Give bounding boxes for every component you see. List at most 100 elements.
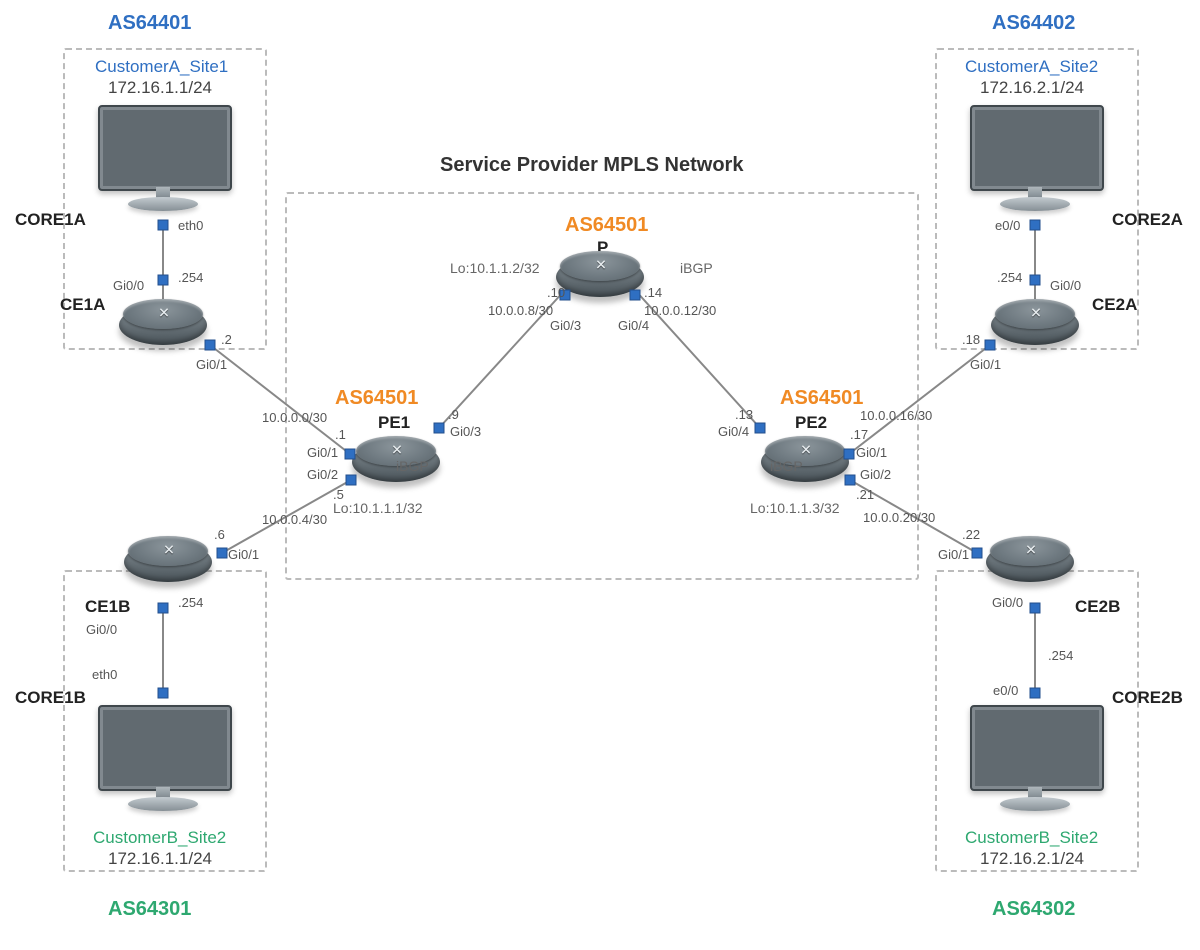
port-ce1b-gi00 <box>158 603 169 614</box>
ip-ce2a-254: .254 <box>997 270 1022 285</box>
if-ce1b-gi01: Gi0/1 <box>228 547 259 562</box>
router-ce1b: ✕ <box>124 536 212 590</box>
as-tr-label: AS64402 <box>992 12 1075 35</box>
net-0: 10.0.0.0/30 <box>262 410 327 425</box>
if-pe1-gi03: Gi0/3 <box>450 424 481 439</box>
pe2-bgp: iBGP <box>770 458 803 474</box>
ip-p-10: .10 <box>547 285 565 300</box>
site-tl-subnet: 172.16.1.1/24 <box>108 78 212 98</box>
sp-title: Service Provider MPLS Network <box>440 154 743 177</box>
if-core1b-eth0: eth0 <box>92 667 117 682</box>
port-ce2a-gi00 <box>1030 275 1041 286</box>
pe2-name: PE2 <box>795 413 827 433</box>
host-core2a <box>965 105 1105 215</box>
ip-ce2b-254: .254 <box>1048 648 1073 663</box>
ip-pe1-9: .9 <box>448 407 459 422</box>
host-core2a-label: CORE2A <box>1112 210 1183 230</box>
router-ce2b-label: CE2B <box>1075 597 1120 617</box>
port-pe1-gi02 <box>346 475 357 486</box>
ip-ce1b-6: .6 <box>214 527 225 542</box>
site-bl-subnet: 172.16.1.1/24 <box>108 849 212 869</box>
if-core1a-eth0: eth0 <box>178 218 203 233</box>
pe1-name: PE1 <box>378 413 410 433</box>
port-pe2-gi04 <box>755 423 766 434</box>
ip-ce2b-22: .22 <box>962 527 980 542</box>
if-core2b-e00: e0/0 <box>993 683 1018 698</box>
port-ce2b-gi00 <box>1030 603 1041 614</box>
site-br-name: CustomerB_Site2 <box>965 828 1098 848</box>
if-ce1a-gi00: Gi0/0 <box>113 278 144 293</box>
net-p12: 10.0.0.12/30 <box>644 303 716 318</box>
net-20: 10.0.0.20/30 <box>863 510 935 525</box>
port-ce1b-gi01 <box>217 548 228 559</box>
if-ce1b-gi00: Gi0/0 <box>86 622 117 637</box>
router-ce2a: ✕ <box>991 299 1079 353</box>
if-ce2a-gi00: Gi0/0 <box>1050 278 1081 293</box>
p-as: AS64501 <box>565 214 648 237</box>
net-4: 10.0.0.4/30 <box>262 512 327 527</box>
router-ce1a-label: CE1A <box>60 295 105 315</box>
if-pe1-gi02: Gi0/2 <box>307 467 338 482</box>
router-ce2a-label: CE2A <box>1092 295 1137 315</box>
host-core2b <box>965 705 1105 815</box>
pe2-as: AS64501 <box>780 387 863 410</box>
site-tr-subnet: 172.16.2.1/24 <box>980 78 1084 98</box>
if-pe1-gi01: Gi0/1 <box>307 445 338 460</box>
if-pe2-gi01: Gi0/1 <box>856 445 887 460</box>
site-br-subnet: 172.16.2.1/24 <box>980 849 1084 869</box>
ip-pe1-1: .1 <box>335 427 346 442</box>
ip-ce2a-18: .18 <box>962 332 980 347</box>
host-core1a <box>93 105 233 215</box>
site-tl-name: CustomerA_Site1 <box>95 57 228 77</box>
router-ce1a: ✕ <box>119 299 207 353</box>
host-core1b-label: CORE1B <box>15 688 86 708</box>
port-core1b-eth0 <box>158 688 169 699</box>
port-pe1-gi01 <box>345 449 356 460</box>
ip-ce1a-254: .254 <box>178 270 203 285</box>
ip-ce1b-254: .254 <box>178 595 203 610</box>
if-p-gi04: Gi0/4 <box>618 318 649 333</box>
port-ce1a-gi01 <box>205 340 216 351</box>
port-ce2b-gi01 <box>972 548 983 559</box>
site-bl-name: CustomerB_Site2 <box>93 828 226 848</box>
net-16: 10.0.0.16/30 <box>860 408 932 423</box>
ip-ce1a-2: .2 <box>221 332 232 347</box>
as-tl-label: AS64401 <box>108 12 191 35</box>
ip-p-14: .14 <box>644 285 662 300</box>
pe1-bgp: iBGP <box>396 458 429 474</box>
ip-pe2-17: .17 <box>850 427 868 442</box>
if-pe2-gi04: Gi0/4 <box>718 424 749 439</box>
port-p-gi04 <box>630 290 641 301</box>
pe1-lo: Lo:10.1.1.1/32 <box>333 500 423 516</box>
pe2-lo: Lo:10.1.1.3/32 <box>750 500 840 516</box>
site-tr-name: CustomerA_Site2 <box>965 57 1098 77</box>
port-core1a-eth0 <box>158 220 169 231</box>
port-pe2-gi01 <box>844 449 855 460</box>
if-ce2b-gi00: Gi0/0 <box>992 595 1023 610</box>
ip-pe1-5: .5 <box>333 487 344 502</box>
as-br-label: AS64302 <box>992 898 1075 921</box>
if-ce2a-gi01: Gi0/1 <box>970 357 1001 372</box>
host-core1a-label: CORE1A <box>15 210 86 230</box>
host-core1b <box>93 705 233 815</box>
port-ce2a-gi01 <box>985 340 996 351</box>
port-core2b-e00 <box>1030 688 1041 699</box>
router-ce1b-label: CE1B <box>85 597 130 617</box>
host-core2b-label: CORE2B <box>1112 688 1183 708</box>
p-lo: Lo:10.1.1.2/32 <box>450 260 540 276</box>
port-pe2-gi02 <box>845 475 856 486</box>
as-bl-label: AS64301 <box>108 898 191 921</box>
port-core2a-e00 <box>1030 220 1041 231</box>
if-p-gi03: Gi0/3 <box>550 318 581 333</box>
pe1-as: AS64501 <box>335 387 418 410</box>
ip-pe2-13: .13 <box>735 407 753 422</box>
ip-pe2-21: .21 <box>856 487 874 502</box>
p-bgp: iBGP <box>680 260 713 276</box>
net-p8: 10.0.0.8/30 <box>488 303 553 318</box>
router-ce2b: ✕ <box>986 536 1074 590</box>
if-ce1a-gi01: Gi0/1 <box>196 357 227 372</box>
port-pe1-gi03 <box>434 423 445 434</box>
if-ce2b-gi01: Gi0/1 <box>938 547 969 562</box>
port-ce1a-gi00 <box>158 275 169 286</box>
if-pe2-gi02: Gi0/2 <box>860 467 891 482</box>
